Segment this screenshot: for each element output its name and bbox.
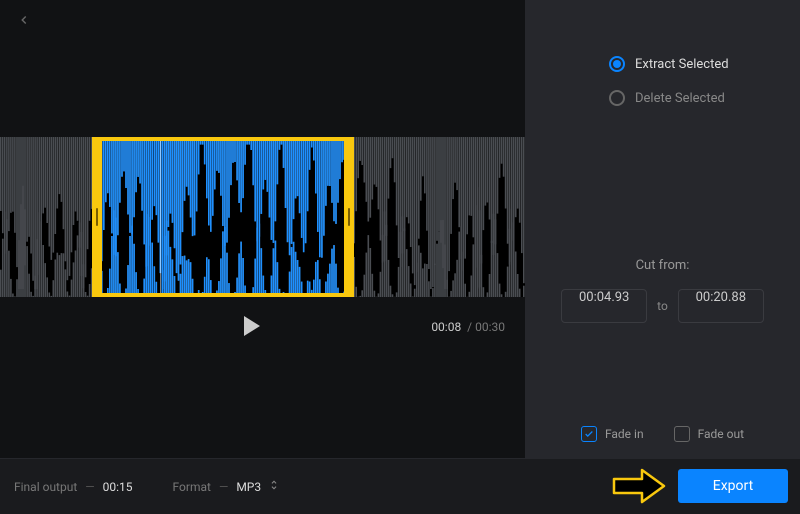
cut-to-label: to	[657, 299, 668, 313]
bottom-bar: Final output — 00:15 Format — MP3 Export	[0, 458, 800, 514]
checkbox-fade-in[interactable]: Fade in	[581, 426, 644, 442]
total-time: 00:30	[475, 320, 505, 334]
format-value: MP3	[236, 480, 261, 494]
selection-handle-left[interactable]	[92, 137, 102, 297]
radio-icon	[609, 56, 625, 72]
playhead[interactable]	[160, 137, 161, 297]
back-button[interactable]	[14, 10, 34, 30]
cut-from-input[interactable]: 00:04.93	[561, 289, 647, 323]
radio-extract-label: Extract Selected	[635, 57, 729, 72]
format-dropdown[interactable]: Format — MP3	[173, 478, 280, 495]
time-display: 00:08 / 00:30	[431, 320, 505, 334]
format-label: Format	[173, 480, 211, 494]
radio-extract-selected[interactable]: Extract Selected	[609, 56, 729, 72]
current-time: 00:08	[431, 320, 461, 334]
fade-in-label: Fade in	[605, 427, 644, 441]
export-button[interactable]: Export	[678, 469, 788, 503]
annotation-arrow-icon	[610, 464, 670, 508]
cut-from-label: Cut from:	[525, 258, 800, 273]
checkbox-icon	[581, 426, 597, 442]
radio-icon	[609, 90, 625, 106]
play-button[interactable]	[244, 316, 260, 336]
export-button-label: Export	[713, 478, 753, 494]
waveform-editor[interactable]	[0, 137, 525, 297]
final-output-value: 00:15	[103, 480, 133, 494]
radio-delete-selected[interactable]: Delete Selected	[609, 90, 725, 106]
final-output-label: Final output	[14, 480, 77, 494]
checkbox-fade-out[interactable]: Fade out	[674, 426, 744, 442]
fade-out-label: Fade out	[698, 427, 744, 441]
cut-to-input[interactable]: 00:20.88	[678, 289, 764, 323]
selection-handle-right[interactable]	[344, 137, 354, 297]
checkbox-icon	[674, 426, 690, 442]
chevron-updown-icon	[269, 478, 279, 495]
radio-delete-label: Delete Selected	[635, 91, 725, 106]
